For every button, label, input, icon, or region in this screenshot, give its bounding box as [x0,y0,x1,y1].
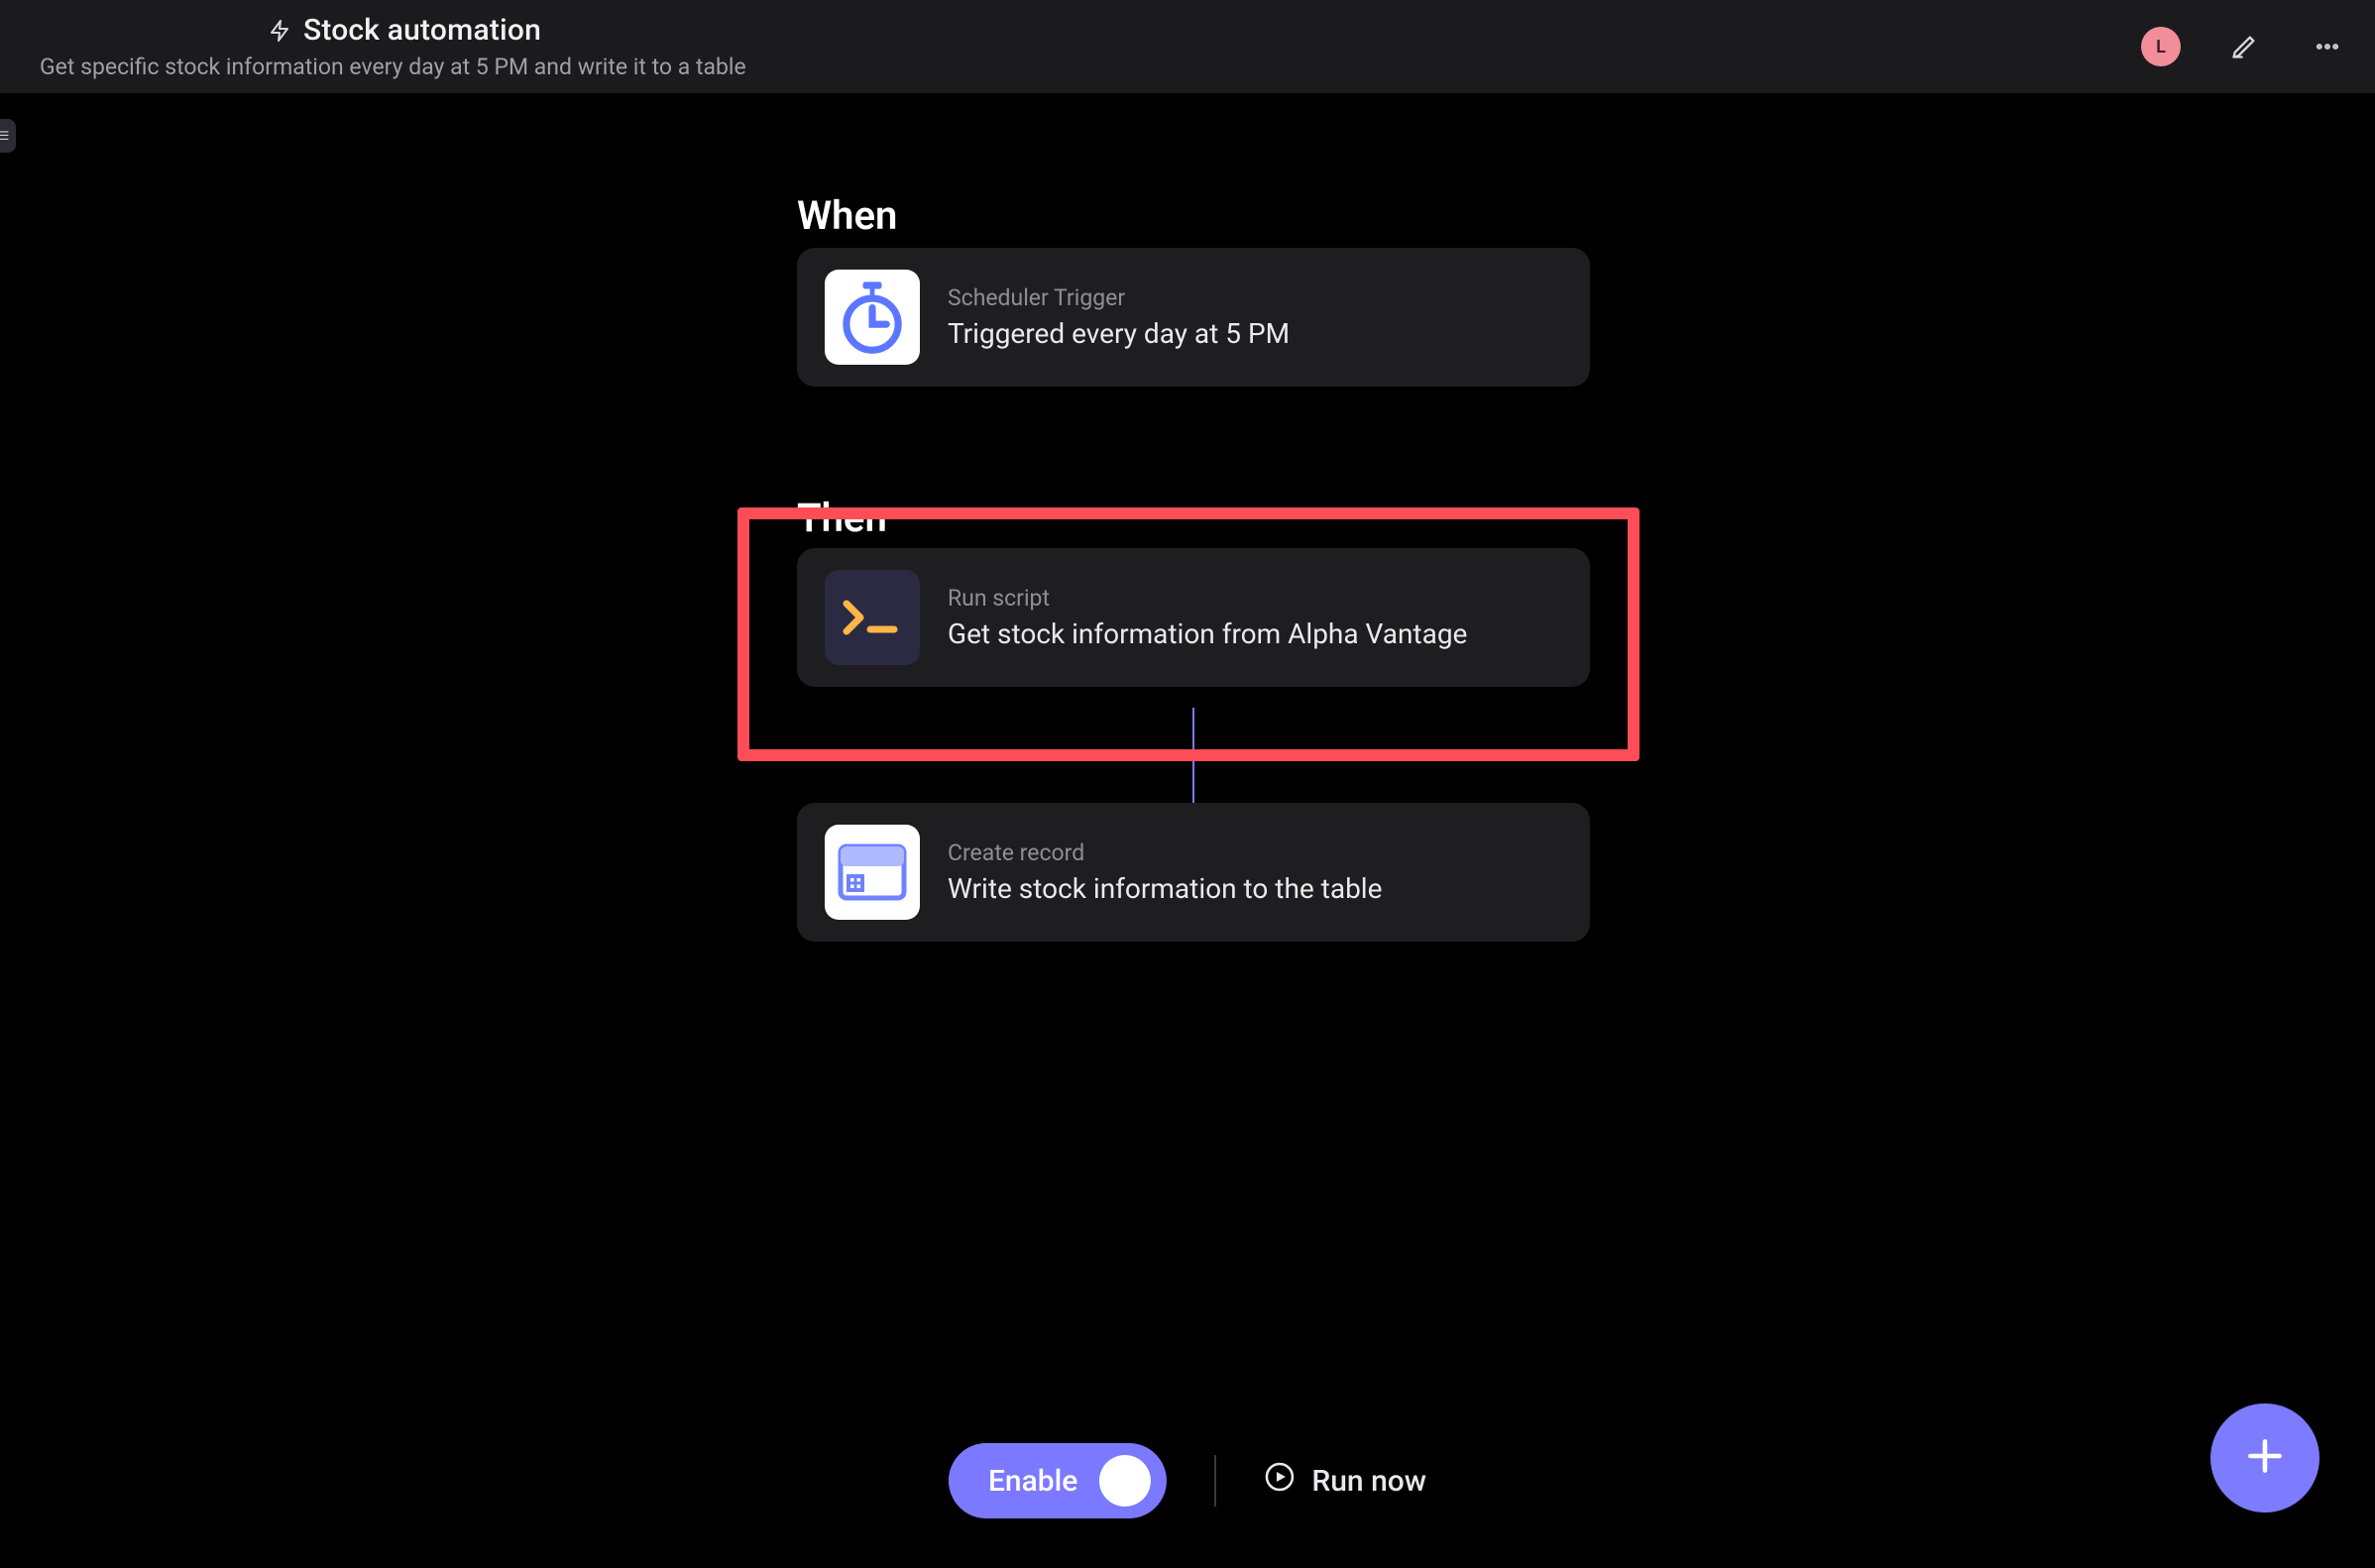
record-title: Write stock information to the table [948,872,1382,905]
trigger-step-card[interactable]: Scheduler Trigger Triggered every day at… [797,248,1590,387]
run-now-label: Run now [1311,1464,1426,1499]
script-step-text: Run script Get stock information from Al… [948,585,1467,650]
play-circle-icon [1264,1461,1296,1501]
header-left: Stock automation Get specific stock info… [268,13,746,80]
trigger-kicker: Scheduler Trigger [948,284,1290,311]
automation-bolt-icon [268,19,291,43]
record-step-card[interactable]: Create record Write stock information to… [797,803,1590,942]
edit-button[interactable] [2224,27,2264,66]
script-step-card[interactable]: Run script Get stock information from Al… [797,548,1590,687]
create-record-icon [825,825,920,920]
automation-title: Stock automation [303,13,541,48]
record-kicker: Create record [948,840,1382,866]
toggle-knob-icon [1099,1455,1151,1507]
then-section-label: Then [797,495,887,541]
plus-icon [2243,1434,2287,1482]
app-header: Stock automation Get specific stock info… [0,0,2375,93]
record-step-text: Create record Write stock information to… [948,840,1382,905]
enable-toggle[interactable]: Enable [949,1443,1167,1518]
scheduler-icon [825,270,920,365]
more-menu-button[interactable] [2308,27,2347,66]
flow-canvas: When Scheduler Trigger Triggered every d… [0,93,2375,1568]
separator [1214,1455,1216,1507]
script-kicker: Run script [948,585,1467,612]
header-right: L [2141,0,2347,93]
step-connector [1192,708,1194,803]
when-section-label: When [797,192,897,239]
script-title: Get stock information from Alpha Vantage [948,617,1467,650]
add-step-fab[interactable] [2210,1403,2319,1512]
avatar-initial: L [2156,37,2166,57]
bottom-controls: Enable Run now [949,1443,1426,1518]
enable-label: Enable [988,1464,1077,1499]
title-row: Stock automation [268,13,746,48]
run-script-icon [825,570,920,665]
run-now-button[interactable]: Run now [1264,1461,1426,1501]
user-avatar[interactable]: L [2141,27,2181,66]
trigger-step-text: Scheduler Trigger Triggered every day at… [948,284,1290,350]
trigger-title: Triggered every day at 5 PM [948,317,1290,350]
automation-subtitle: Get specific stock information every day… [40,54,746,80]
